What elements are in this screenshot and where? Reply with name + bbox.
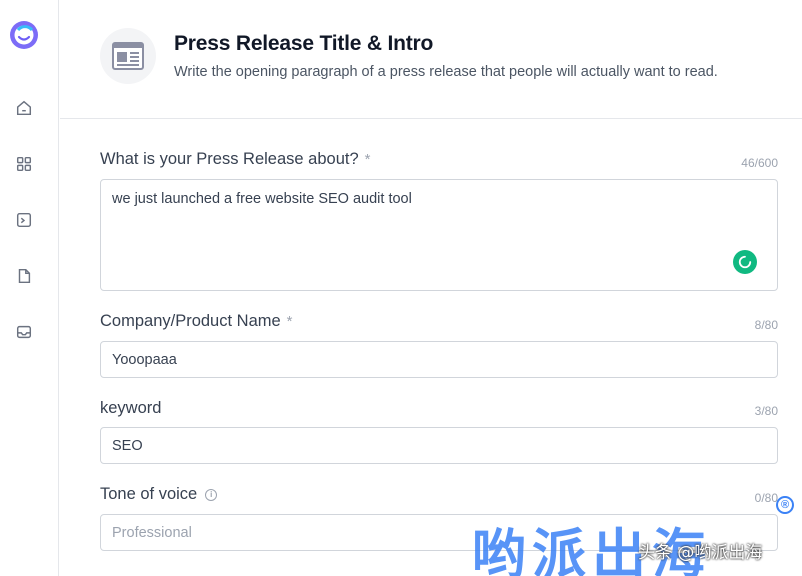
tone-placeholder: Professional <box>112 524 192 541</box>
about-counter: 46/600 <box>741 156 778 170</box>
keyword-input[interactable]: SEO <box>100 427 778 464</box>
tone-label-text: Tone of voice <box>100 485 198 503</box>
info-icon[interactable]: i <box>205 489 218 501</box>
inbox-icon[interactable] <box>12 320 36 344</box>
page-subtitle: Write the opening paragraph of a press r… <box>174 64 718 80</box>
company-label-text: Company/Product Name <box>100 312 281 330</box>
keyword-counter: 3/80 <box>754 404 778 418</box>
newspaper-icon <box>100 28 156 84</box>
about-label: What is your Press Release about? * <box>100 150 370 169</box>
home-icon[interactable] <box>12 96 36 120</box>
page-title: Press Release Title & Intro <box>174 32 434 55</box>
keyword-label: keyword <box>100 399 162 417</box>
company-input[interactable]: Yooopaaa <box>100 341 778 378</box>
about-label-text: What is your Press Release about? <box>100 150 359 168</box>
watermark: 哟派出海 头条 @哟派出海 ® <box>472 496 802 576</box>
about-value: we just launched a free website SEO audi… <box>112 191 412 207</box>
company-value: Yooopaaa <box>112 351 177 368</box>
company-label: Company/Product Name * <box>100 312 293 331</box>
registered-mark: ® <box>776 496 794 514</box>
required-mark: * <box>286 313 293 330</box>
loading-spinner-icon <box>733 250 757 274</box>
tone-label: Tone of voice i <box>100 485 218 504</box>
document-icon[interactable] <box>12 264 36 288</box>
watermark-caption: 头条 @哟派出海 <box>638 543 763 563</box>
grid-icon[interactable] <box>12 152 36 176</box>
required-mark: * <box>364 151 371 168</box>
keyword-value: SEO <box>112 437 143 454</box>
jasper-logo-icon[interactable] <box>6 18 42 52</box>
about-textarea[interactable]: we just launched a free website SEO audi… <box>100 179 778 291</box>
sidebar <box>0 0 59 576</box>
terminal-icon[interactable] <box>12 208 36 232</box>
company-counter: 8/80 <box>754 318 778 332</box>
page-header: Press Release Title & Intro Write the op… <box>60 0 802 119</box>
